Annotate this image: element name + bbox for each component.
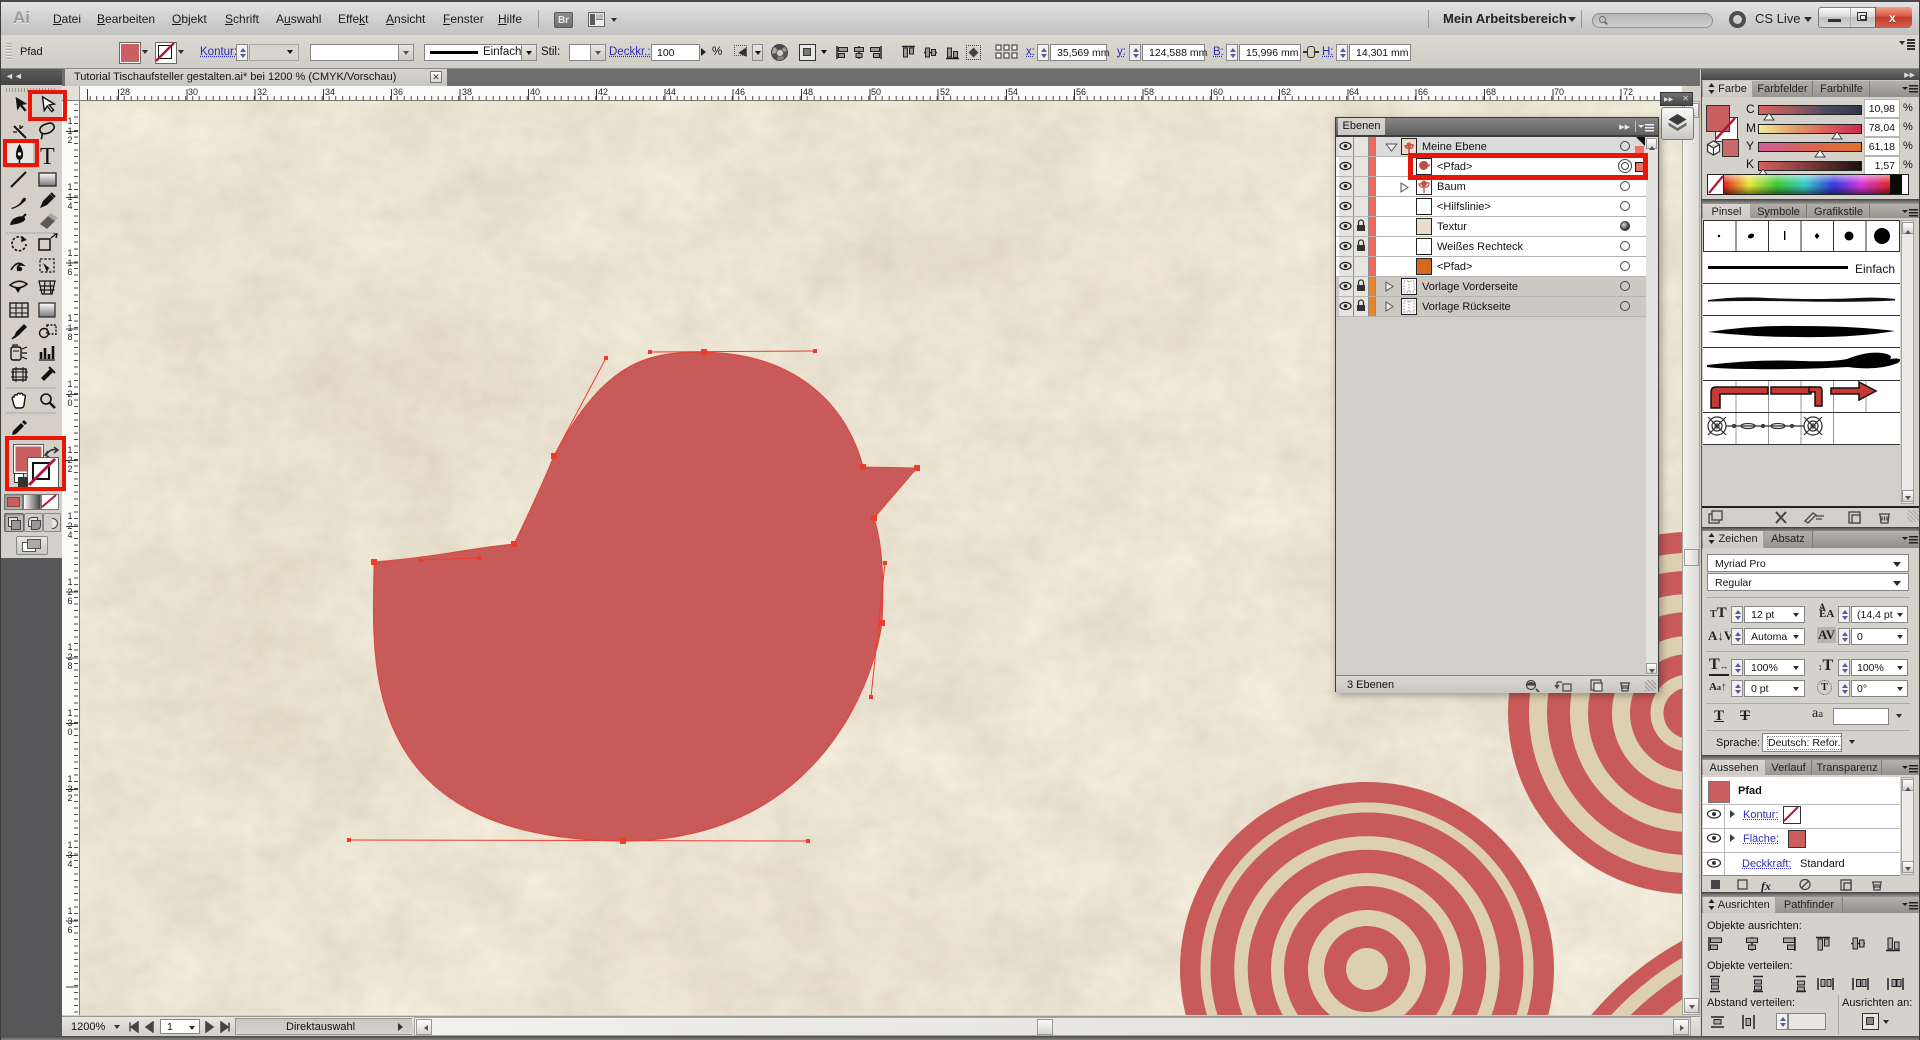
svg-text:Einfach: Einfach [1855, 262, 1895, 276]
svg-text:fx: fx [1761, 879, 1771, 892]
svg-text:T: T [40, 144, 55, 170]
